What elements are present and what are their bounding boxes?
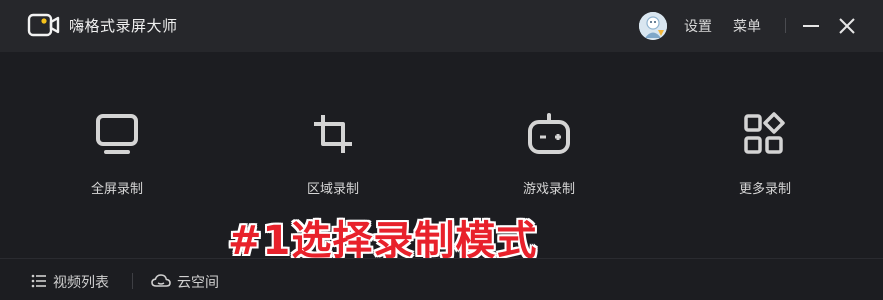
monitor-icon xyxy=(96,114,138,154)
titlebar-divider xyxy=(785,18,786,33)
close-icon xyxy=(839,18,855,34)
minimize-button[interactable] xyxy=(799,14,823,38)
video-list-button[interactable]: 视频列表 xyxy=(31,271,121,291)
minimize-icon xyxy=(803,25,819,27)
menu-link[interactable]: 菜单 xyxy=(733,16,761,36)
cloud-space-label: 云空间 xyxy=(177,275,219,291)
cloud-space-button[interactable]: 云空间 xyxy=(151,271,231,291)
game-record-button[interactable]: 游戏录制 xyxy=(489,106,609,206)
bottom-bar: 视频列表 云空间 xyxy=(0,258,883,300)
fullscreen-record-button[interactable]: 全屏录制 xyxy=(57,106,177,206)
list-icon xyxy=(31,274,46,288)
video-list-label: 视频列表 xyxy=(53,275,109,291)
avatar-icon xyxy=(639,12,667,40)
grid-icon xyxy=(744,112,785,154)
mode-label-game: 游戏录制 xyxy=(522,182,575,197)
close-button[interactable] xyxy=(835,14,859,38)
region-record-button[interactable]: 区域录制 xyxy=(273,106,393,206)
cloud-icon xyxy=(151,274,171,287)
mode-label-more: 更多录制 xyxy=(738,182,791,197)
settings-link[interactable]: 设置 xyxy=(684,16,712,36)
mode-label-region: 区域录制 xyxy=(306,182,359,197)
title-bar: 嗨格式录屏大师 设置 菜单 xyxy=(0,0,883,52)
more-record-button[interactable]: 更多录制 xyxy=(705,106,825,206)
bottom-divider xyxy=(132,273,133,289)
crop-icon xyxy=(314,115,352,153)
app-logo-icon xyxy=(27,13,60,37)
gamepad-icon xyxy=(528,113,570,154)
app-title: 嗨格式录屏大师 xyxy=(69,17,178,35)
user-avatar[interactable] xyxy=(639,12,667,40)
mode-label-fullscreen: 全屏录制 xyxy=(90,182,143,197)
